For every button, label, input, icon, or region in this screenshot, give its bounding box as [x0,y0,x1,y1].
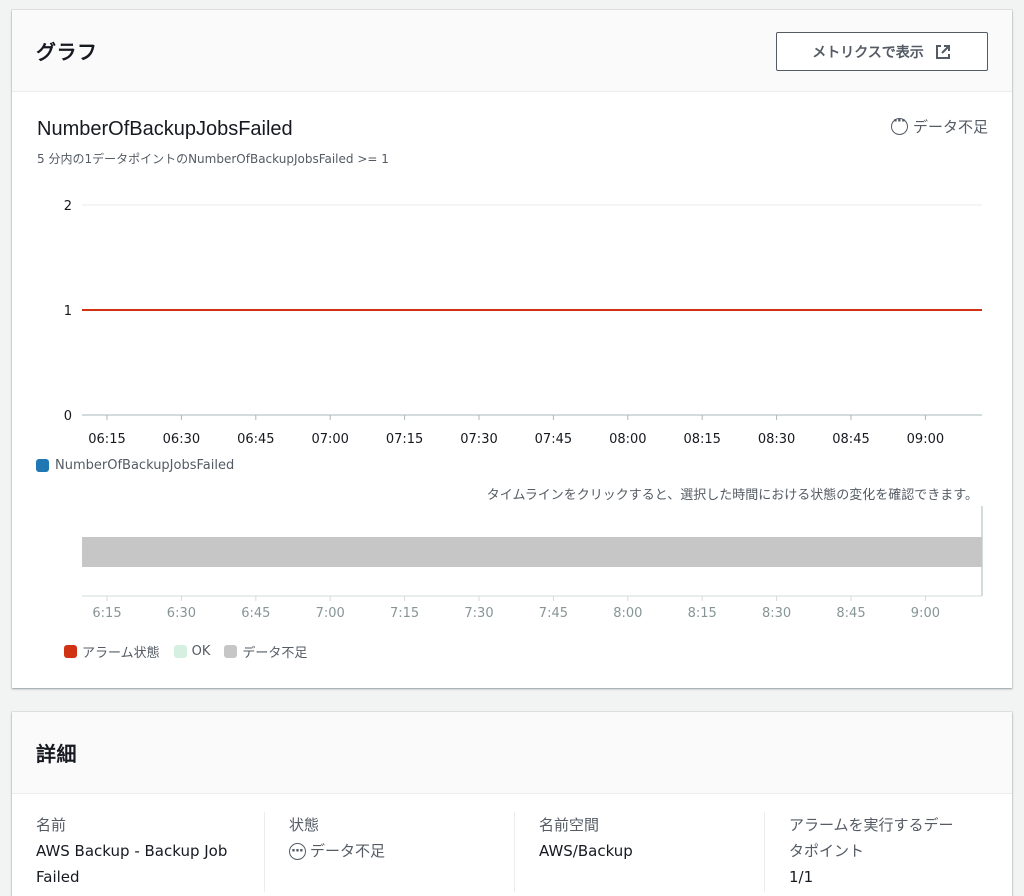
timeline-x-tick-label: 6:30 [167,606,196,621]
x-tick-label: 06:15 [88,432,125,447]
view-in-metrics-label: メトリクスで表示 [812,44,924,61]
details-panel: 詳細 名前 AWS Backup - Backup Job Failed 状態 … [12,712,1012,896]
detail-namespace-label: 名前空間 [539,816,600,834]
x-tick-label: 06:45 [237,432,274,447]
x-tick-label: 06:30 [163,432,200,447]
metric-legend-swatch [36,459,49,472]
detail-name-value-cont: Failed [36,868,80,886]
detail-state: 状態 データ不足 [264,812,490,892]
x-tick-label: 08:00 [609,432,646,447]
detail-datapoints: アラームを実行するデー タポイント 1/1 [764,812,990,892]
timeline-x-tick-label: 7:45 [539,606,568,621]
timeline-state-bar [82,537,982,567]
detail-namespace-value: AWS/Backup [539,842,633,860]
detail-state-label: 状態 [289,816,320,834]
legend-insufficient-label: データ不足 [242,646,308,661]
insufficient-data-icon [890,114,908,135]
timeline-x-tick-label: 8:45 [836,606,865,621]
detail-name-label: 名前 [36,816,67,834]
legend-ok-swatch [173,645,187,658]
details-panel-title: 詳細 [36,742,77,766]
legend-alarm-swatch [64,645,77,658]
graph-panel: グラフ メトリクスで表示 NumberOfBackupJobsFailed 5 … [12,10,1012,688]
timeline-x-tick-label: 8:00 [613,606,642,621]
x-tick-label: 09:00 [907,432,944,447]
detail-datapoints-label-cont: タポイント [789,842,865,860]
timeline-x-tick-label: 7:15 [390,606,419,621]
x-tick-label: 08:30 [758,432,795,447]
metric-legend-item[interactable]: NumberOfBackupJobsFailed [36,458,234,473]
timeline-legend: アラーム状態 OK データ不足 [64,642,307,661]
detail-datapoints-label: アラームを実行するデー [789,816,954,834]
detail-state-value: データ不足 [289,838,490,865]
x-tick-label: 07:30 [460,432,497,447]
insufficient-data-icon [289,839,306,865]
graph-panel-title: グラフ [36,40,98,64]
timeline-x-tick-label: 9:00 [911,606,940,621]
details-grid: 名前 AWS Backup - Backup Job Failed 状態 データ… [12,794,1012,896]
legend-alarm-label: アラーム状態 [82,646,160,661]
metric-legend-label: NumberOfBackupJobsFailed [55,458,235,473]
timeline-x-tick-label: 6:45 [241,606,270,621]
legend-ok: OK [173,644,211,659]
y-tick-label: 2 [64,199,72,214]
detail-name-value: AWS Backup - Backup Job [36,842,228,860]
timeline-x-tick-label: 8:30 [762,606,791,621]
timeline-x-tick-label: 6:15 [92,606,121,621]
state-timeline-chart[interactable]: 6:15 6:30 6:45 7:00 7:15 7:30 7:45 8:00 8:15 8:30… [12,504,1012,624]
detail-namespace: 名前空間 AWS/Backup [514,812,740,892]
x-tick-label: 07:00 [311,432,348,447]
view-in-metrics-button[interactable]: メトリクスで表示 [776,32,988,71]
x-tick-label: 08:15 [683,432,720,447]
y-tick-label: 1 [64,304,72,319]
graph-panel-header: グラフ メトリクスで表示 [12,10,1012,92]
timeline-hint: タイムラインをクリックすると、選択した時間における状態の変化を確認できます。 [486,488,978,503]
timeline-x-tick-label: 7:30 [464,606,493,621]
legend-ok-label: OK [191,644,211,659]
legend-alarm: アラーム状態 [64,642,160,661]
external-link-icon [935,44,950,59]
chart-title: NumberOfBackupJobsFailed [37,118,293,140]
y-tick-label: 0 [64,409,72,424]
legend-insufficient: データ不足 [224,642,307,661]
timeline-x-tick-label: 8:15 [688,606,717,621]
legend-insufficient-swatch [224,645,238,658]
detail-name: 名前 AWS Backup - Backup Job Failed [36,812,262,890]
detail-state-text: データ不足 [310,842,386,860]
x-tick-label: 08:45 [832,432,869,447]
timeline-x-tick-label: 7:00 [316,606,345,621]
metric-chart[interactable]: 0 1 2 06:15 06:30 06:45 07:00 07:15 07:30 07:45 08… [12,190,1012,450]
x-tick-label: 07:15 [386,432,423,447]
alarm-state-indicator: データ不足 [890,114,988,137]
details-panel-header: 詳細 [12,712,1012,794]
x-tick-label: 07:45 [535,432,572,447]
chart-subtitle: 5 分内の1データポイントのNumberOfBackupJobsFailed >… [37,152,389,166]
detail-datapoints-value: 1/1 [789,868,814,886]
alarm-state-label: データ不足 [912,118,988,136]
